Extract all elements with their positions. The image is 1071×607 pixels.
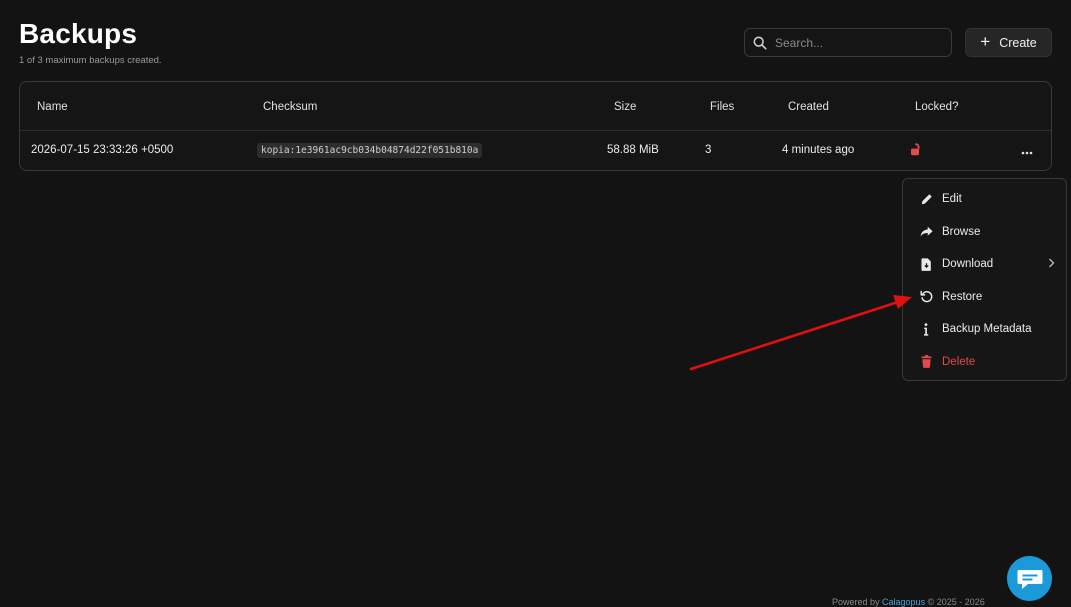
menu-item-delete[interactable]: Delete bbox=[903, 346, 1066, 379]
backup-checksum: kopia:1e3961ac9cb034b04874d22f051b810a bbox=[257, 143, 483, 158]
backup-context-menu: Edit Browse Download Restore Backup Meta… bbox=[902, 178, 1067, 381]
menu-item-download[interactable]: Download bbox=[903, 248, 1066, 281]
backup-files: 3 bbox=[705, 144, 712, 156]
restore-icon bbox=[919, 290, 933, 304]
menu-item-browse[interactable]: Browse bbox=[903, 216, 1066, 249]
table-row[interactable]: 2026-07-15 23:33:26 +0500 kopia:1e3961ac… bbox=[20, 131, 1051, 170]
page-subtitle: 1 of 3 maximum backups created. bbox=[19, 55, 162, 66]
menu-item-restore[interactable]: Restore bbox=[903, 281, 1066, 314]
search-box[interactable] bbox=[744, 28, 952, 57]
info-icon bbox=[919, 322, 933, 336]
column-header-size: Size bbox=[614, 101, 637, 113]
menu-item-restore-label: Restore bbox=[942, 290, 983, 303]
share-arrow-icon bbox=[919, 225, 933, 239]
chevron-right-icon bbox=[1048, 258, 1055, 271]
menu-item-delete-label: Delete bbox=[942, 355, 976, 368]
menu-item-download-label: Download bbox=[942, 258, 994, 271]
file-download-icon bbox=[919, 257, 933, 271]
footer-brand-link[interactable]: Calagopus bbox=[882, 597, 925, 607]
more-horizontal-icon bbox=[1021, 151, 1033, 155]
footer-suffix: © 2025 - 2026 bbox=[925, 597, 985, 607]
pencil-icon bbox=[919, 192, 933, 206]
chat-icon bbox=[1017, 569, 1042, 589]
column-header-created: Created bbox=[788, 101, 829, 113]
column-header-checksum: Checksum bbox=[263, 101, 318, 113]
footer-text: Powered by Calagopus © 2025 - 2026 bbox=[832, 597, 985, 607]
backup-name: 2026-07-15 23:33:26 +0500 bbox=[31, 144, 174, 156]
create-button-label: Create bbox=[999, 35, 1037, 50]
create-button[interactable]: + Create bbox=[965, 28, 1052, 57]
menu-item-backup-metadata-label: Backup Metadata bbox=[942, 323, 1032, 336]
column-header-files: Files bbox=[710, 101, 735, 113]
menu-item-edit-label: Edit bbox=[942, 193, 962, 206]
row-actions-button[interactable] bbox=[1016, 144, 1038, 162]
column-header-name: Name bbox=[37, 101, 68, 113]
table-header: Name Checksum Size Files Created Locked? bbox=[20, 82, 1051, 131]
menu-item-backup-metadata[interactable]: Backup Metadata bbox=[903, 313, 1066, 346]
menu-item-browse-label: Browse bbox=[942, 225, 981, 238]
column-header-locked: Locked? bbox=[915, 101, 959, 113]
backup-size: 58.88 MiB bbox=[607, 144, 659, 156]
page-title: Backups bbox=[19, 18, 138, 49]
backup-created: 4 minutes ago bbox=[782, 144, 855, 156]
trash-icon bbox=[919, 355, 933, 369]
backups-table: Name Checksum Size Files Created Locked?… bbox=[19, 81, 1052, 171]
chat-support-button[interactable] bbox=[1007, 556, 1052, 601]
plus-icon: + bbox=[980, 32, 991, 51]
unlocked-padlock-icon[interactable] bbox=[910, 143, 922, 159]
footer-prefix: Powered by bbox=[832, 597, 883, 607]
search-input[interactable] bbox=[773, 34, 933, 51]
search-icon bbox=[753, 36, 767, 49]
menu-item-edit[interactable]: Edit bbox=[903, 183, 1066, 216]
